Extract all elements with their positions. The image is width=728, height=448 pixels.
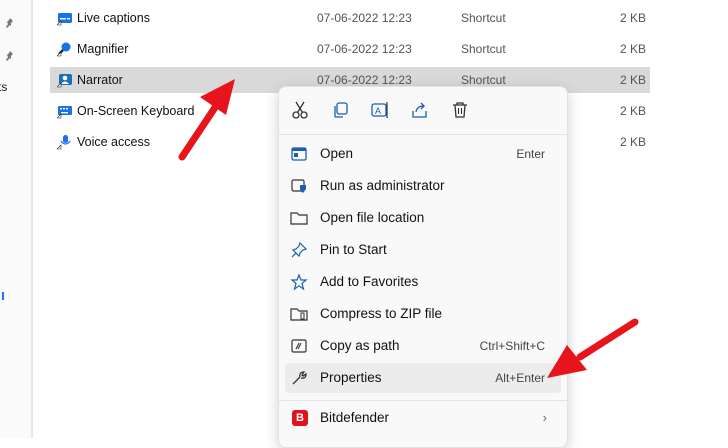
annotation-arrow	[178, 79, 235, 161]
file-size: 2 KB	[620, 73, 647, 87]
pane-divider	[31, 0, 33, 438]
svg-text:A: A	[375, 106, 381, 116]
live-captions-icon	[56, 10, 73, 26]
file-size: 2 KB	[620, 135, 647, 149]
file-name: Magnifier	[77, 42, 129, 56]
menu-item-copy-as-path[interactable]: Copy as path Ctrl+Shift+C	[285, 331, 561, 361]
menu-item-label: Run as administrator	[320, 178, 445, 193]
menu-item-open-file-location[interactable]: Open file location	[285, 203, 561, 233]
zip-icon	[290, 305, 308, 323]
file-size: 2 KB	[620, 104, 647, 118]
menu-divider	[279, 134, 567, 135]
menu-item-label: Bitdefender	[320, 410, 390, 425]
voice-access-icon	[56, 134, 73, 150]
annotation-arrow	[547, 318, 639, 378]
file-name: Voice access	[77, 135, 150, 149]
folder-icon	[290, 209, 308, 227]
file-row[interactable]: Magnifier 07-06-2022 12:23 Shortcut 2 KB	[50, 36, 650, 62]
star-icon	[290, 273, 308, 291]
menu-item-label: Pin to Start	[320, 242, 387, 257]
menu-item-label: Open file location	[320, 210, 425, 225]
pin-icon[interactable]	[5, 51, 15, 61]
menu-item-label: Copy as path	[320, 338, 400, 353]
file-size: 2 KB	[620, 42, 647, 56]
open-icon	[290, 145, 308, 163]
nav-label-fragment[interactable]: ts	[0, 80, 7, 94]
file-type: Shortcut	[461, 42, 506, 56]
narrator-icon	[56, 72, 73, 88]
menu-item-label: Compress to ZIP file	[320, 306, 443, 321]
menu-item-pin-to-start[interactable]: Pin to Start	[285, 235, 561, 265]
file-date: 07-06-2022 12:23	[317, 11, 412, 25]
pin-icon	[290, 241, 308, 259]
pin-icon[interactable]	[5, 18, 15, 28]
file-size: 2 KB	[620, 11, 647, 25]
menu-item-label: Properties	[320, 370, 382, 385]
menu-item-compress-to-zip-file[interactable]: Compress to ZIP file	[285, 299, 561, 329]
menu-item-properties[interactable]: Properties Alt+Enter	[285, 363, 561, 393]
share-icon[interactable]	[409, 99, 431, 121]
file-name: Narrator	[77, 73, 123, 87]
menu-item-shortcut: Enter	[516, 147, 545, 161]
menu-divider	[279, 400, 567, 401]
keyboard-icon	[56, 103, 73, 119]
file-date: 07-06-2022 12:23	[317, 42, 412, 56]
chevron-right-icon: ›	[542, 410, 547, 425]
shield-icon	[290, 177, 308, 195]
menu-item-add-to-favorites[interactable]: Add to Favorites	[285, 267, 561, 297]
menu-item-bitdefender[interactable]: B Bitdefender ›	[285, 403, 561, 433]
delete-icon[interactable]	[449, 99, 471, 121]
magnifier-icon	[56, 41, 73, 57]
menu-item-open[interactable]: Open Enter	[285, 139, 561, 169]
file-type: Shortcut	[461, 73, 506, 87]
menu-item-label: Open	[320, 146, 354, 161]
navigation-pane: ts	[0, 0, 31, 438]
file-date: 07-06-2022 12:23	[317, 73, 412, 87]
nav-scroll-indicator	[2, 292, 4, 300]
bitdefender-logo: B	[292, 410, 308, 426]
file-name: Live captions	[77, 11, 150, 25]
file-type: Shortcut	[461, 11, 506, 25]
menu-item-label: Add to Favorites	[320, 274, 419, 289]
file-row[interactable]: Live captions 07-06-2022 12:23 Shortcut 2 K…	[50, 5, 650, 31]
context-menu: A Open Enter Run as administrator Open file…	[278, 86, 568, 448]
menu-item-run-as-administrator[interactable]: Run as administrator	[285, 171, 561, 201]
wrench-icon	[290, 369, 308, 387]
cut-icon[interactable]	[289, 99, 311, 121]
copy-path-icon	[290, 337, 308, 355]
rename-icon[interactable]: A	[369, 99, 391, 121]
copy-icon[interactable]	[330, 99, 352, 121]
